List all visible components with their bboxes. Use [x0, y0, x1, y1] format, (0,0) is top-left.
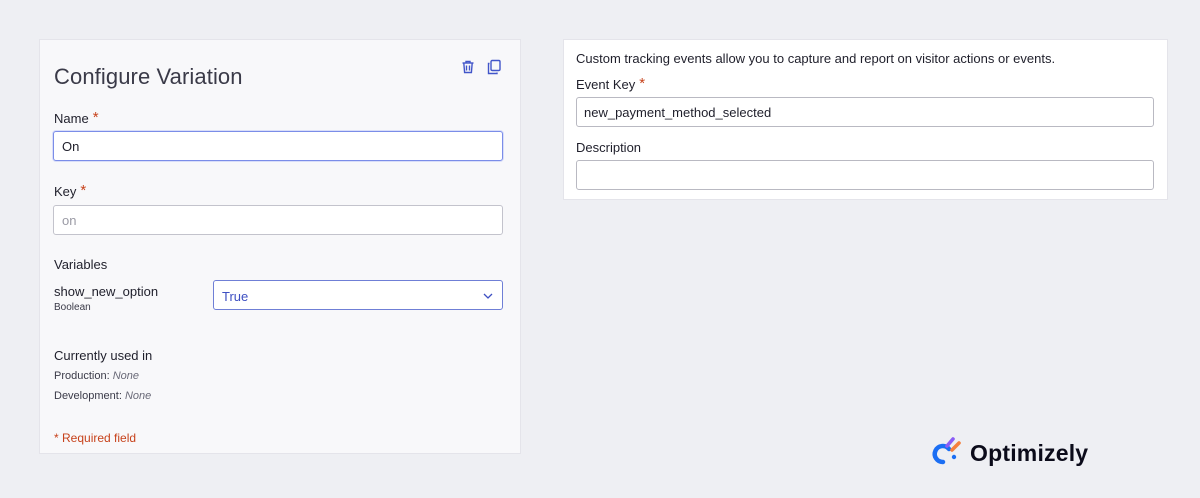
usage-heading: Currently used in	[54, 348, 153, 363]
required-field-note: * Required field	[54, 431, 137, 445]
event-key-input[interactable]	[576, 97, 1154, 127]
panel-title: Configure Variation	[54, 64, 243, 89]
environment-production: Production: None	[54, 370, 139, 382]
name-input[interactable]	[53, 131, 503, 161]
variable-type: Boolean	[54, 302, 91, 313]
event-key-label: Event Key *	[576, 75, 646, 93]
trash-icon[interactable]	[460, 59, 476, 75]
event-key-label-text: Event Key	[576, 77, 636, 92]
select-value: True	[222, 289, 249, 304]
environment-value: None	[112, 370, 140, 382]
configure-variation-panel: Configure Variation Name* Key* Variables…	[39, 39, 521, 454]
description-label: Description	[576, 140, 642, 155]
name-label: Name *	[54, 109, 99, 127]
environment-label: Production:	[54, 370, 110, 382]
variable-name: show_new_option	[54, 284, 159, 299]
environment-label: Development:	[54, 390, 122, 402]
optimizely-logo: Optimizely	[928, 435, 1088, 471]
environment-development: Development: None	[54, 390, 151, 402]
name-label-text: Name	[54, 111, 89, 126]
event-description-text: Custom tracking events allow you to capt…	[576, 51, 1056, 66]
chevron-down-icon	[483, 293, 493, 299]
environment-value: None	[124, 390, 152, 402]
key-input[interactable]	[53, 205, 503, 235]
optimizely-logo-icon	[932, 437, 961, 465]
panel-actions	[460, 59, 502, 75]
required-asterisk: *	[80, 182, 87, 199]
required-asterisk: *	[92, 109, 99, 126]
event-panel: Custom tracking events allow you to capt…	[563, 39, 1168, 200]
variable-value-select[interactable]: True	[213, 280, 503, 310]
copy-icon[interactable]	[486, 59, 502, 75]
logo-text: Optimizely	[970, 439, 1089, 466]
key-label-text: Key	[54, 184, 77, 199]
description-input[interactable]	[576, 160, 1154, 190]
variables-heading: Variables	[54, 257, 108, 272]
key-label: Key *	[54, 182, 87, 200]
required-asterisk: *	[639, 75, 646, 92]
